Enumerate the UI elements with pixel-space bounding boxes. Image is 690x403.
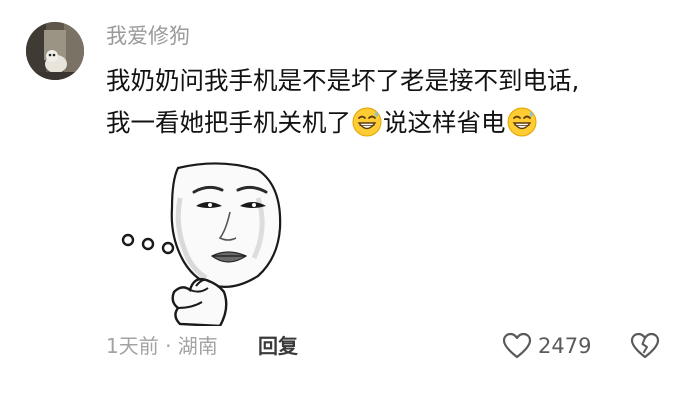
broken-heart-icon (630, 332, 660, 359)
dislike-button[interactable] (630, 331, 660, 361)
like-button[interactable]: 2479 (502, 330, 591, 362)
grinning-sweat-emoji-icon (507, 107, 536, 137)
comment-text-line-2: 我一看她把手机关机了 说这样省电 (106, 104, 538, 142)
comment-text-line-1: 我奶奶问我手机是不是坏了老是接不到电话, (106, 66, 580, 95)
thinking-meme-sticker[interactable] (108, 158, 284, 328)
comment-text-segment-2: 说这样省电 (383, 108, 506, 137)
comment-time-location: 1天前 · 湖南 (106, 334, 218, 358)
comment-text-segment-1: 我一看她把手机关机了 (106, 108, 351, 137)
like-count: 2479 (538, 334, 592, 358)
comment-item: 我爱修狗 我奶奶问我手机是不是坏了老是接不到电话, 我一看她把手机关机了 说这样… (0, 0, 690, 403)
username[interactable]: 我爱修狗 (106, 20, 190, 52)
heart-icon (502, 332, 532, 359)
reply-button[interactable]: 回复 (258, 331, 298, 361)
avatar[interactable] (26, 22, 84, 80)
grinning-sweat-emoji-icon (352, 107, 382, 137)
